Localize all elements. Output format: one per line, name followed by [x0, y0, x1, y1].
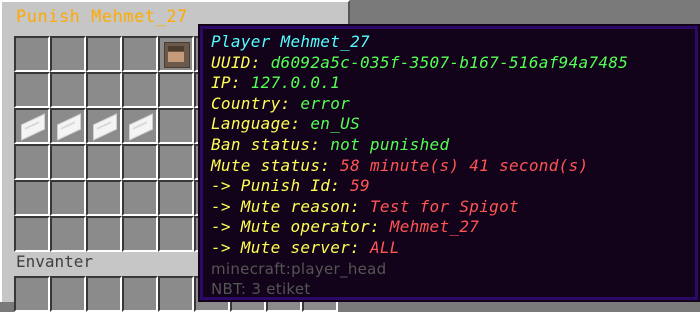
inventory-slot[interactable]: [50, 144, 86, 180]
inventory-slot[interactable]: [14, 144, 50, 180]
mute-server-value: ALL: [369, 237, 400, 257]
paper-icon: [57, 113, 81, 141]
mute-status-label: Mute status:: [211, 155, 331, 175]
paper-icon: [93, 113, 117, 141]
player-head-slot[interactable]: [158, 36, 194, 72]
punish-id-line: -> Punish Id: 59: [211, 176, 689, 197]
inventory-slot[interactable]: [122, 72, 158, 108]
inventory-slot[interactable]: [122, 144, 158, 180]
mute-status-value: 58 minute(s) 41 second(s): [340, 155, 589, 175]
gui-title: Punish Mehmet_27: [16, 7, 188, 27]
inventory-slot[interactable]: [158, 108, 194, 144]
ip-line: IP: 127.0.0.1: [211, 73, 689, 94]
inventory-slot[interactable]: [122, 180, 158, 216]
tooltip-header: Player Mehmet_27: [211, 32, 689, 53]
inventory-slot[interactable]: [86, 180, 122, 216]
inventory-slot[interactable]: [86, 276, 122, 312]
ban-status-label: Ban status:: [211, 134, 321, 154]
inventory-slot[interactable]: [14, 216, 50, 252]
inventory-slot[interactable]: [50, 216, 86, 252]
paper-icon: [21, 113, 45, 141]
item-tooltip: Player Mehmet_27 UUID: d6092a5c-035f-350…: [200, 26, 698, 300]
inventory-slot[interactable]: [14, 180, 50, 216]
inventory-slot[interactable]: [50, 36, 86, 72]
nbt-line: NBT: 3 etiket: [211, 280, 311, 299]
ban-status-value: not punished: [330, 134, 450, 154]
inventory-slot[interactable]: [122, 36, 158, 72]
item-id-line: minecraft:player_head: [211, 259, 387, 278]
gui-title-prefix: Punish: [16, 7, 81, 27]
punish-id-value: 59: [350, 176, 370, 196]
inventory-slot[interactable]: [14, 276, 50, 312]
tooltip-header-label: Player: [211, 32, 271, 51]
ip-value: 127.0.0.1: [250, 73, 341, 93]
inventory-slot[interactable]: [50, 180, 86, 216]
inventory-slot[interactable]: [86, 72, 122, 108]
paper-slot[interactable]: [14, 108, 50, 144]
paper-slot[interactable]: [122, 108, 158, 144]
punish-id-label: -> Punish Id:: [211, 176, 341, 196]
inventory-slot[interactable]: [122, 216, 158, 252]
inventory-slot[interactable]: [86, 144, 122, 180]
inventory-label: Envanter: [16, 252, 94, 271]
uuid-line: UUID: d6092a5c-035f-3507-b167-516af94a74…: [211, 53, 689, 74]
inventory-slot[interactable]: [50, 276, 86, 312]
language-line: Language: en_US: [211, 114, 689, 135]
mute-server-line: -> Mute server: ALL: [211, 238, 689, 259]
inventory-slot[interactable]: [50, 72, 86, 108]
inventory-slot[interactable]: [122, 276, 158, 312]
uuid-value: d6092a5c-035f-3507-b167-516af94a7485: [270, 52, 629, 72]
mute-operator-value: Mehmet_27: [389, 217, 480, 237]
paper-slot[interactable]: [86, 108, 122, 144]
paper-icon: [129, 113, 153, 141]
inventory-slot[interactable]: [14, 36, 50, 72]
ban-status-line: Ban status: not punished: [211, 135, 689, 156]
inventory-slot[interactable]: [14, 72, 50, 108]
country-label: Country:: [211, 93, 291, 113]
inventory-slot[interactable]: [158, 276, 194, 312]
language-value: en_US: [310, 114, 361, 134]
inventory-slot[interactable]: [158, 180, 194, 216]
inventory-slot[interactable]: [86, 216, 122, 252]
gui-title-player: Mehmet_27: [91, 7, 188, 27]
mute-operator-line: -> Mute operator: Mehmet_27: [211, 217, 689, 238]
paper-slot[interactable]: [50, 108, 86, 144]
mute-status-line: Mute status: 58 minute(s) 41 second(s): [211, 156, 689, 177]
country-line: Country: error: [211, 94, 689, 115]
player-head-icon: [164, 42, 190, 68]
mute-reason-line: -> Mute reason: Test for Spigot: [211, 197, 689, 218]
language-label: Language:: [211, 114, 301, 134]
ip-label: IP:: [211, 73, 241, 93]
mute-operator-label: -> Mute operator:: [211, 217, 380, 237]
mute-reason-value: Test for Spigot: [369, 196, 519, 216]
inventory-slot[interactable]: [158, 216, 194, 252]
inventory-slot[interactable]: [158, 144, 194, 180]
mute-reason-label: -> Mute reason:: [211, 196, 360, 216]
mute-server-label: -> Mute server:: [211, 237, 360, 257]
uuid-label: UUID:: [211, 52, 261, 72]
inventory-slot[interactable]: [86, 36, 122, 72]
country-value: error: [300, 93, 351, 113]
tooltip-header-name: Mehmet_27: [280, 32, 370, 51]
inventory-slot[interactable]: [158, 72, 194, 108]
